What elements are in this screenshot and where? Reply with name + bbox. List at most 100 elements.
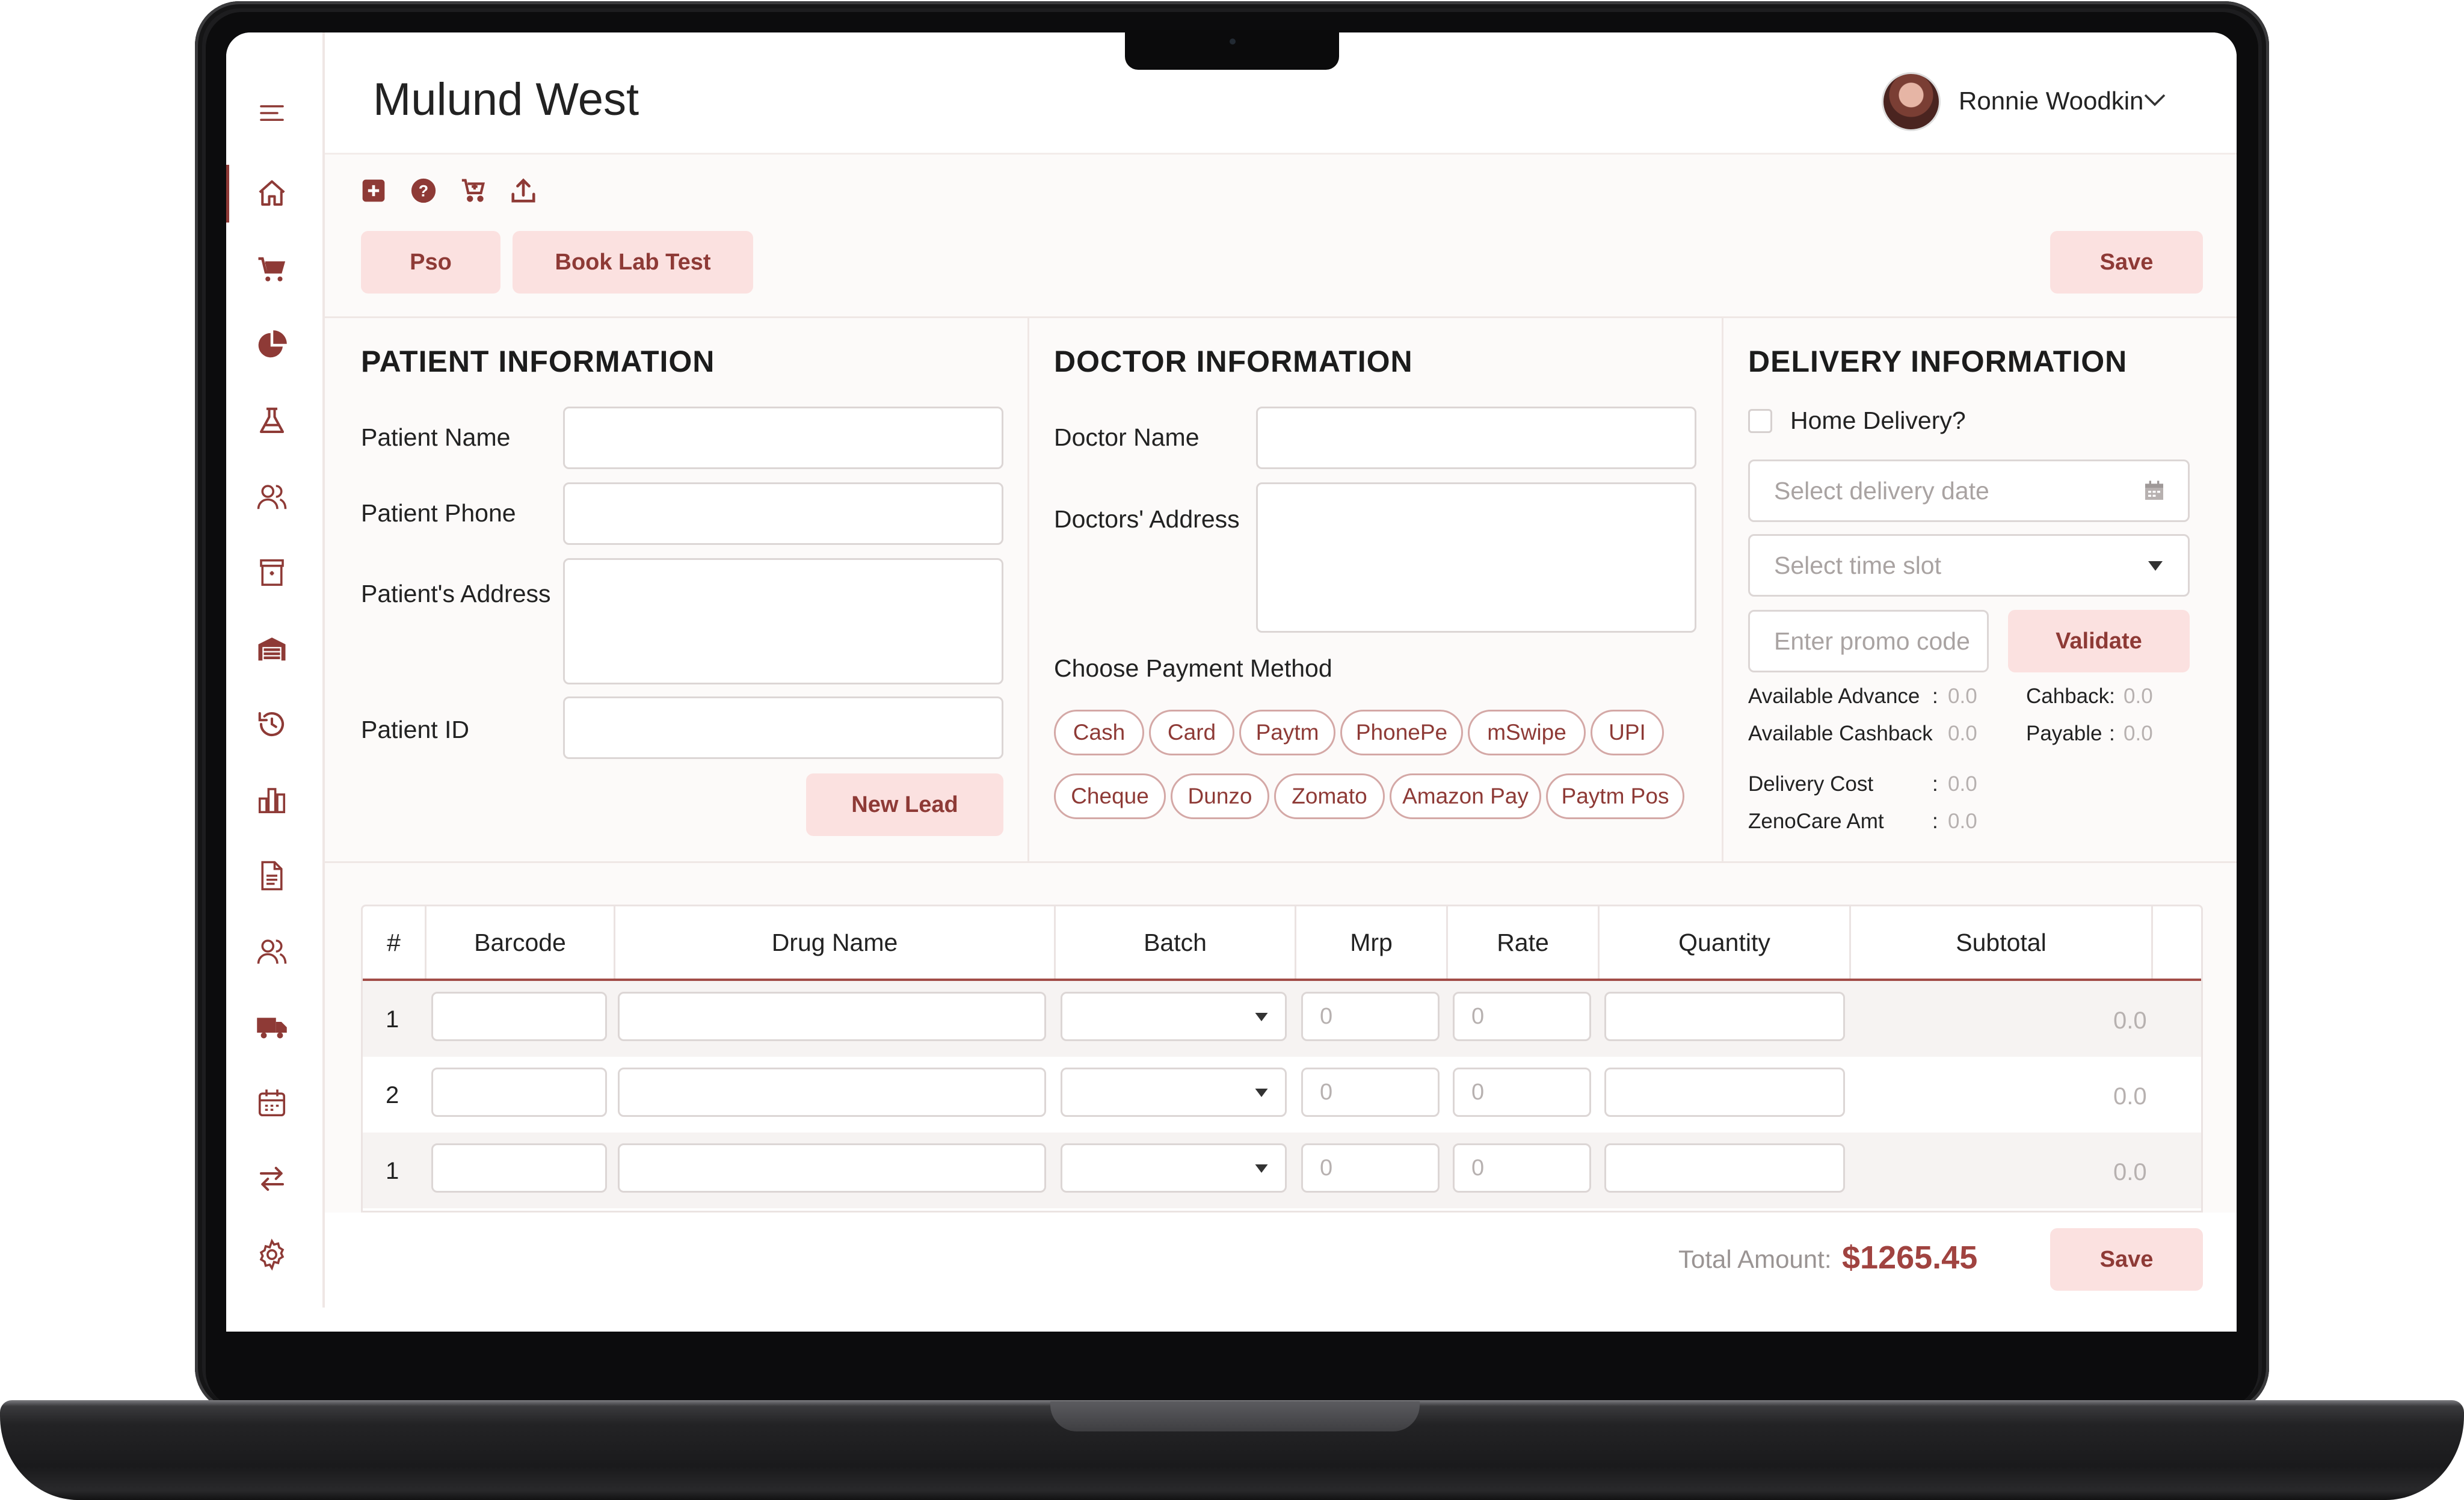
payment-chip-cash[interactable]: Cash [1054, 710, 1144, 755]
payment-method-label: Choose Payment Method [1054, 654, 1332, 682]
promo-code-placeholder: Enter promo code [1774, 627, 1970, 655]
delivery-section-title: DELIVERY INFORMATION [1748, 345, 2128, 378]
subtotal-value: 0.0 [2113, 1159, 2147, 1185]
promo-code-input[interactable]: Enter promo code [1748, 610, 1989, 672]
doctor-section-title: DOCTOR INFORMATION [1054, 345, 1413, 378]
footer-save-button[interactable]: Save [2050, 1228, 2203, 1291]
rate-input[interactable]: 0 [1453, 1068, 1591, 1117]
delivery-cost-value: 0.0 [1948, 772, 1977, 796]
patient-section-title: PATIENT INFORMATION [361, 345, 715, 378]
document-icon[interactable] [253, 856, 291, 895]
flask-icon[interactable] [253, 402, 291, 440]
available-cashback-label: Available Cashback [1748, 722, 1933, 745]
home-icon[interactable] [253, 174, 291, 213]
column-header: Batch [1056, 906, 1296, 979]
barcode-input[interactable] [431, 1143, 607, 1193]
zenocare-amt-label: ZenoCare Amt [1748, 810, 1884, 833]
upload-icon[interactable] [508, 176, 538, 206]
pso-button[interactable]: Pso [361, 231, 500, 294]
patient-id-input[interactable] [563, 696, 1003, 759]
rate-input[interactable]: 0 [1453, 992, 1591, 1041]
quantity-input[interactable] [1604, 1068, 1845, 1117]
chevron-down-icon[interactable] [2143, 90, 2167, 109]
barcode-input[interactable] [431, 992, 607, 1041]
payment-chip-card[interactable]: Card [1149, 710, 1234, 755]
history-icon[interactable] [253, 705, 291, 743]
payment-chip-cheque[interactable]: Cheque [1054, 773, 1166, 819]
column-header: Subtotal [1851, 906, 2153, 979]
menu-icon[interactable] [253, 94, 291, 132]
cashback-value: 0.0 [2124, 684, 2153, 708]
transfer-icon[interactable] [253, 1160, 291, 1198]
payment-chip-upi[interactable]: UPI [1591, 710, 1664, 755]
total-amount-value: $1265.45 [1842, 1240, 1978, 1276]
patient-phone-input[interactable] [563, 482, 1003, 545]
quantity-input[interactable] [1604, 1143, 1845, 1193]
home-delivery-checkbox[interactable] [1748, 409, 1772, 433]
time-slot-select[interactable]: Select time slot [1748, 534, 2190, 597]
camera-notch [1125, 30, 1339, 70]
users-icon[interactable] [253, 478, 291, 516]
payment-chip-paytm[interactable]: Paytm [1239, 710, 1335, 755]
barcode-input[interactable] [431, 1068, 607, 1117]
pie-chart-icon[interactable] [253, 326, 291, 364]
section-divider-bottom [325, 861, 2237, 863]
calendar-icon[interactable] [253, 1084, 291, 1122]
doctor-address-input[interactable] [1256, 482, 1696, 633]
payment-chip-amazon-pay[interactable]: Amazon Pay [1390, 773, 1541, 819]
rate-input[interactable]: 0 [1453, 1143, 1591, 1193]
user-name[interactable]: Ronnie Woodkin [1959, 87, 2143, 115]
add-icon[interactable] [359, 176, 389, 206]
payable-value: 0.0 [2124, 722, 2153, 745]
new-lead-button[interactable]: New Lead [806, 773, 1003, 836]
batch-select[interactable] [1061, 992, 1287, 1041]
warehouse-icon[interactable] [253, 629, 291, 668]
help-icon[interactable]: ? [408, 176, 439, 206]
batch-select[interactable] [1061, 1068, 1287, 1117]
available-cashback-value: 0.0 [1948, 722, 1977, 745]
column-header: Quantity [1600, 906, 1851, 979]
add-to-cart-icon[interactable] [458, 176, 488, 206]
payment-chip-zomato[interactable]: Zomato [1274, 773, 1385, 819]
mrp-input[interactable]: 0 [1301, 992, 1440, 1041]
customers-icon[interactable] [253, 932, 291, 971]
delivery-date-input[interactable]: Select delivery date [1748, 460, 2190, 522]
batch-select[interactable] [1061, 1143, 1287, 1193]
sidebar [226, 32, 325, 1308]
drug-name-input[interactable] [618, 992, 1046, 1041]
total-amount-label: Total Amount: [1678, 1245, 1832, 1273]
dropdown-arrow-icon [1255, 1089, 1268, 1097]
bar-chart-icon[interactable] [253, 781, 291, 819]
payment-chip-phonepe[interactable]: PhonePe [1340, 710, 1463, 755]
payment-chip-mswipe[interactable]: mSwipe [1468, 710, 1586, 755]
settings-icon[interactable] [253, 1235, 291, 1274]
validate-button[interactable]: Validate [2008, 610, 2190, 672]
avatar[interactable] [1882, 72, 1941, 131]
row-number: 2 [386, 1082, 399, 1108]
mrp-input[interactable]: 0 [1301, 1143, 1440, 1193]
page-title: Mulund West [373, 74, 639, 125]
doctor-name-input[interactable] [1256, 407, 1696, 469]
mrp-input[interactable]: 0 [1301, 1068, 1440, 1117]
payment-chip-dunzo[interactable]: Dunzo [1171, 773, 1269, 819]
truck-icon[interactable] [253, 1008, 291, 1047]
patient-address-input[interactable] [563, 558, 1003, 684]
section-divider [1722, 318, 1723, 862]
archive-icon[interactable] [253, 553, 291, 592]
doctor-name-label: Doctor Name [1054, 423, 1200, 451]
quantity-input[interactable] [1604, 992, 1845, 1041]
row-number: 1 [386, 1006, 399, 1033]
app-screen: Mulund West Ronnie Woodkin ? Pso Book La… [226, 32, 2237, 1332]
patient-name-input[interactable] [563, 407, 1003, 469]
drug-name-input[interactable] [618, 1068, 1046, 1117]
payment-chip-paytm-pos[interactable]: Paytm Pos [1546, 773, 1684, 819]
book-lab-test-button[interactable]: Book Lab Test [513, 231, 753, 294]
column-header: Mrp [1296, 906, 1448, 979]
camera-lens [1230, 38, 1236, 45]
drug-table: # Barcode Drug Name Batch Mrp Rate Quant… [361, 905, 2203, 1213]
drug-name-input[interactable] [618, 1143, 1046, 1193]
save-button[interactable]: Save [2050, 231, 2203, 294]
calendar-icon[interactable] [2142, 478, 2166, 503]
cart-icon[interactable] [253, 250, 291, 289]
dropdown-arrow-icon [2148, 561, 2163, 571]
